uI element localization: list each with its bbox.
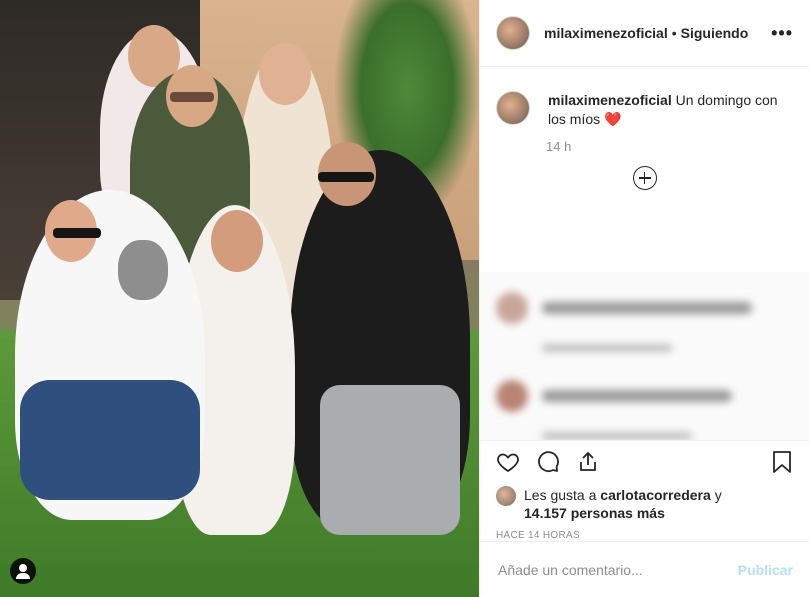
plus-circle-icon[interactable] [632, 166, 657, 190]
list-item [496, 292, 752, 324]
likes-text: Les gusta a carlotacorredera y 14.157 pe… [524, 486, 722, 522]
photo-chinchilla [118, 240, 168, 300]
blurred-comments [480, 272, 809, 440]
heart-emoji-icon: ❤️ [604, 111, 622, 127]
likes-summary: Les gusta a carlotacorredera y 14.157 pe… [480, 482, 809, 522]
comment-bubble-icon[interactable] [536, 450, 560, 474]
publish-button[interactable]: Publicar [738, 562, 793, 578]
list-item [496, 380, 732, 412]
heart-outline-icon[interactable] [496, 450, 520, 474]
likes-count[interactable]: 14.157 personas más [524, 505, 665, 521]
post-photo[interactable] [0, 0, 479, 597]
following-button[interactable]: Siguiendo [681, 25, 749, 41]
post-side-panel: milaximenezoficial • Siguiendo ••• milax… [479, 0, 809, 597]
caption: milaximenezoficial Un domingo con los mí… [480, 67, 809, 129]
add-comment-form: Publicar [480, 541, 809, 597]
list-item [496, 344, 672, 352]
separator-dot: • [671, 25, 677, 41]
comments-section: milaximenezoficial Un domingo con los mí… [480, 67, 809, 440]
photo-person [290, 142, 470, 535]
avatar[interactable] [496, 16, 530, 50]
post-timestamp[interactable]: HACE 14 HORAS [480, 522, 809, 541]
caption-time[interactable]: 14 h [546, 139, 809, 154]
share-icon[interactable] [576, 450, 600, 474]
more-horizontal-icon[interactable]: ••• [771, 23, 793, 44]
instagram-post-modal: milaximenezoficial • Siguiendo ••• milax… [0, 0, 809, 597]
caption-username[interactable]: milaximenezoficial [548, 92, 672, 108]
username-link[interactable]: milaximenezoficial [544, 25, 668, 41]
list-item [496, 432, 692, 440]
photo-person [15, 190, 205, 520]
bookmark-icon[interactable] [771, 450, 793, 474]
post-header: milaximenezoficial • Siguiendo ••• [480, 0, 809, 67]
comment-input[interactable] [496, 560, 738, 579]
likes-connector: y [714, 487, 722, 503]
avatar[interactable] [496, 91, 530, 125]
caption-text: milaximenezoficial Un domingo con los mí… [548, 91, 793, 129]
avatar[interactable] [496, 486, 516, 506]
action-bar [480, 440, 809, 482]
likes-prefix: Les gusta a [524, 487, 597, 503]
liker-username[interactable]: carlotacorredera [600, 487, 711, 503]
user-tag-icon[interactable] [10, 558, 36, 584]
